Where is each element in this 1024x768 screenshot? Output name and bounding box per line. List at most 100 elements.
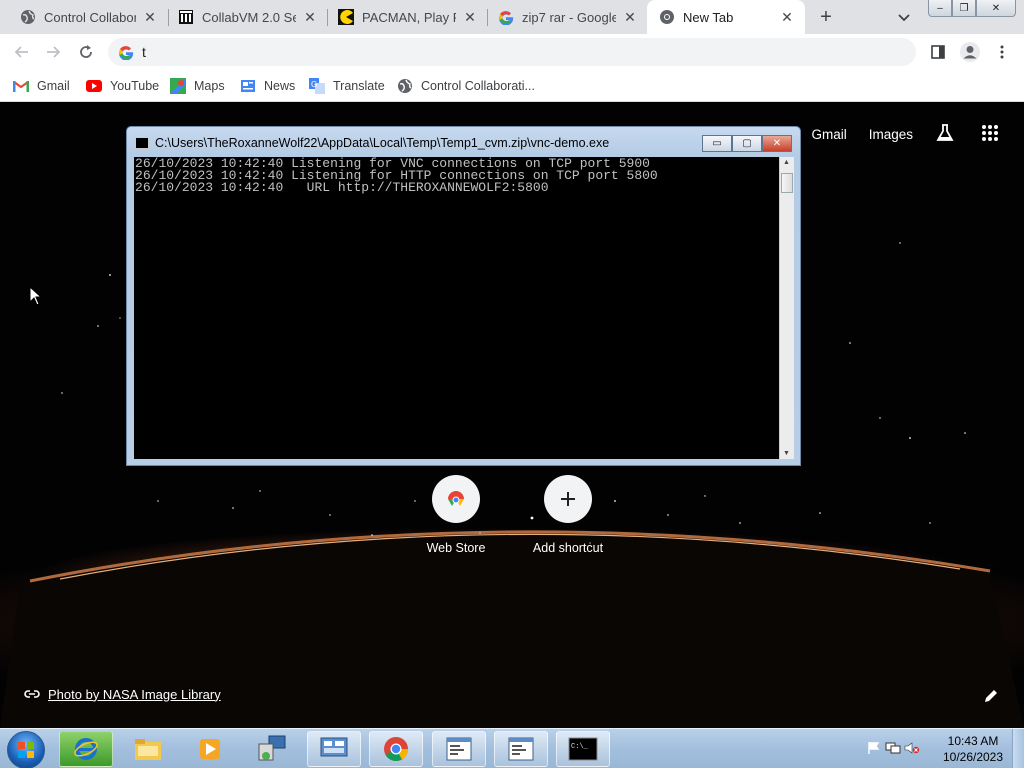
- taskbar-notepad-window-2[interactable]: [494, 731, 548, 767]
- control-panel-icon: [320, 737, 348, 757]
- tab-control-collaborative[interactable]: Control Collaborati ✕: [0, 0, 168, 34]
- profile-button[interactable]: [957, 39, 983, 65]
- taskbar-internet-explorer[interactable]: [59, 731, 113, 767]
- photo-credit-link[interactable]: Photo by NASA Image Library: [24, 686, 221, 702]
- reload-button[interactable]: [73, 39, 99, 65]
- console-close-button[interactable]: ✕: [762, 135, 792, 152]
- tab-new-tab[interactable]: New Tab ✕: [647, 0, 805, 34]
- ntp-top-links: Gmail Images: [811, 123, 1024, 146]
- forward-button[interactable]: [40, 39, 66, 65]
- apps-grid-icon[interactable]: [981, 124, 999, 145]
- bookmark-label: Control Collaborati...: [421, 79, 535, 93]
- show-desktop-button[interactable]: [1012, 729, 1024, 768]
- console-titlebar[interactable]: C:\Users\TheRoxanneWolf22\AppData\Local\…: [127, 127, 800, 157]
- tab-collabvm[interactable]: CollabVM 2.0 Serv ✕: [158, 0, 328, 34]
- network-icon[interactable]: [885, 741, 901, 755]
- window-controls: – ❐ ✕: [928, 0, 1016, 18]
- close-icon[interactable]: ✕: [622, 9, 638, 25]
- reload-icon: [80, 45, 92, 58]
- taskbar-network-app[interactable]: [245, 731, 299, 767]
- tab-pacman[interactable]: PACMAN, Play Pac ✕: [318, 0, 488, 34]
- minimize-button[interactable]: –: [928, 0, 952, 17]
- bookmark-youtube[interactable]: YouTube: [86, 76, 159, 96]
- labs-flask-icon[interactable]: [935, 123, 955, 146]
- taskbar-media-player[interactable]: [183, 731, 237, 767]
- building-icon: [178, 9, 194, 25]
- taskbar-notepad-window-1[interactable]: [432, 731, 486, 767]
- close-icon[interactable]: ✕: [302, 9, 318, 25]
- bookmark-translate[interactable]: G Translate: [309, 76, 385, 96]
- tab-title: CollabVM 2.0 Serv: [202, 9, 296, 25]
- start-orb-button[interactable]: [7, 731, 45, 768]
- taskbar-chrome[interactable]: [369, 731, 423, 767]
- tab-zip7-google[interactable]: zip7 rar - Google ✕: [478, 0, 648, 34]
- scroll-up-arrow-icon[interactable]: ▲: [783, 159, 790, 166]
- volume-muted-icon[interactable]: [904, 741, 920, 755]
- bookmarks-bar: Gmail YouTube Maps News G Translate Cont…: [0, 70, 1024, 102]
- link-icon: [24, 690, 40, 698]
- clock-time: 10:43 AM: [947, 734, 999, 748]
- back-arrow-icon: [14, 46, 28, 58]
- scroll-down-arrow-icon[interactable]: ▼: [783, 450, 790, 457]
- new-tab-button[interactable]: +: [815, 6, 837, 28]
- chrome-icon: [384, 737, 408, 762]
- window-document-icon: [508, 737, 534, 761]
- network-computer-icon: [258, 735, 286, 761]
- svg-text:C:\_: C:\_: [571, 743, 589, 751]
- bookmark-label: Maps: [194, 79, 225, 93]
- news-icon: [240, 78, 256, 94]
- console-minimize-button[interactable]: ▭: [702, 135, 732, 152]
- console-scrollbar[interactable]: ▲ ▼: [779, 157, 794, 459]
- bookmark-maps[interactable]: Maps: [170, 76, 225, 96]
- console-window[interactable]: C:\Users\TheRoxanneWolf22\AppData\Local\…: [126, 126, 801, 466]
- close-icon[interactable]: ✕: [462, 9, 478, 25]
- system-tray: [866, 741, 923, 755]
- internet-explorer-icon: [74, 738, 98, 760]
- tab-search-chevron-icon[interactable]: [895, 9, 913, 27]
- folder-icon: [135, 739, 161, 760]
- images-link[interactable]: Images: [869, 127, 913, 142]
- action-center-flag-icon[interactable]: [866, 741, 882, 755]
- taskbar-command-prompt[interactable]: C:\_: [556, 731, 610, 767]
- bookmark-gmail[interactable]: Gmail: [13, 76, 70, 96]
- back-button[interactable]: [9, 39, 35, 65]
- screen: Control Collaborati ✕ CollabVM 2.0 Serv …: [0, 0, 1024, 768]
- window-close-button[interactable]: ✕: [976, 0, 1016, 17]
- shortcut-add[interactable]: Add shortcut: [512, 475, 624, 555]
- pacman-icon: [338, 9, 354, 25]
- restore-button[interactable]: ❐: [952, 0, 976, 17]
- omnibox[interactable]: [108, 38, 916, 66]
- forward-arrow-icon: [47, 46, 61, 58]
- scrollbar-thumb[interactable]: [781, 173, 793, 193]
- shortcut-web-store[interactable]: Web Store: [400, 475, 512, 555]
- close-icon[interactable]: ✕: [142, 9, 158, 25]
- globe-icon: [397, 78, 413, 94]
- console-title: C:\Users\TheRoxanneWolf22\AppData\Local\…: [155, 136, 610, 150]
- side-panel-icon: [931, 45, 945, 59]
- console-maximize-button[interactable]: ▢: [732, 135, 762, 152]
- bookmark-control-collaborative[interactable]: Control Collaborati...: [397, 76, 535, 96]
- close-icon[interactable]: ✕: [779, 9, 795, 25]
- google-icon: [498, 9, 514, 25]
- bookmark-label: YouTube: [110, 79, 160, 93]
- gmail-link[interactable]: Gmail: [811, 127, 846, 142]
- console-output[interactable]: 26/10/2023 10:42:40 Listening for VNC co…: [134, 157, 779, 459]
- bookmark-news[interactable]: News: [240, 76, 295, 96]
- google-icon: [119, 46, 134, 60]
- side-panel-button[interactable]: [925, 39, 951, 65]
- taskbar-file-explorer[interactable]: [121, 731, 175, 767]
- bookmark-label: News: [264, 79, 296, 93]
- customize-pencil-icon[interactable]: [983, 688, 1001, 706]
- console-window-controls: ▭ ▢ ✕: [702, 135, 792, 152]
- webstore-icon: [432, 475, 480, 523]
- taskbar-clock[interactable]: 10:43 AM 10/26/2023: [940, 733, 1006, 765]
- mouse-cursor-icon: [29, 286, 42, 306]
- svg-text:G: G: [311, 80, 317, 89]
- address-input[interactable]: [142, 44, 842, 60]
- globe-icon: [20, 9, 36, 25]
- profile-avatar-icon: [960, 42, 980, 62]
- more-vert-icon: [1000, 45, 1004, 59]
- menu-button[interactable]: [989, 39, 1015, 65]
- plus-icon: [544, 475, 592, 523]
- taskbar-control-panel[interactable]: [307, 731, 361, 767]
